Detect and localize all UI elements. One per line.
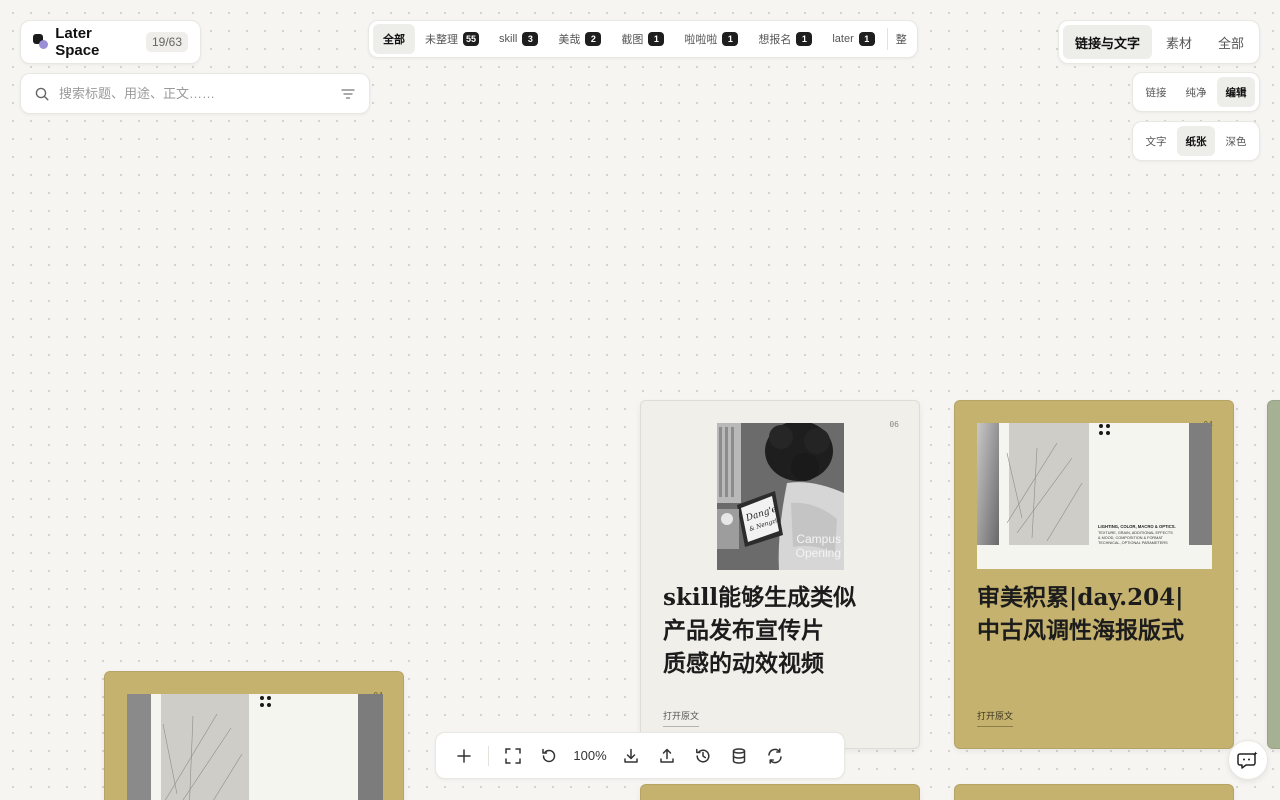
card-mode-toggle: 链接 纯净 编辑: [1132, 72, 1260, 112]
card-title-line: 质感的动效视频: [663, 650, 824, 677]
card-thumbnail-image: [127, 694, 383, 800]
tag-count-badge: 2: [585, 32, 602, 46]
download-icon: [624, 748, 638, 763]
brand-panel: Later Space 19/63: [20, 20, 201, 64]
history-button[interactable]: [685, 738, 721, 774]
tag-label: 未整理: [425, 34, 458, 46]
tag-all[interactable]: 全部: [373, 24, 415, 54]
tag-count-badge: 1: [796, 32, 813, 46]
card-title-line: 审美积累|day.204|: [977, 584, 1184, 611]
content-card-partial[interactable]: [640, 784, 920, 800]
search-input[interactable]: [59, 86, 341, 101]
card-mode-clean[interactable]: 纯净: [1177, 77, 1215, 107]
assistant-button[interactable]: [1228, 740, 1268, 780]
search-icon: [35, 87, 49, 101]
tag-filter-bar: 全部 未整理 55 skill 3 美哉 2 截图 1 啦啦啦 1 想报名 1 later 1…: [368, 20, 918, 58]
content-card[interactable]: 04: [104, 671, 404, 800]
open-original-link[interactable]: 打开原文: [977, 709, 1014, 727]
tag-want-signup[interactable]: 想报名 1: [748, 24, 822, 54]
toolbar-divider: [488, 745, 489, 766]
view-option-materials[interactable]: 素材: [1154, 25, 1204, 59]
database-button[interactable]: [721, 738, 757, 774]
drag-handle-icon[interactable]: [260, 696, 272, 708]
tag-label: 啦啦啦: [684, 34, 718, 46]
tag-count-badge: 3: [522, 32, 539, 46]
upload-button[interactable]: [649, 738, 685, 774]
app-title: Later Space: [55, 25, 100, 59]
fit-screen-icon: [505, 747, 521, 764]
card-thumbnail-image: LIGHTING, COLOR, MACRO & OPTICS. TEXTURE…: [977, 423, 1212, 569]
tag-label: 全部: [383, 34, 405, 46]
tag-count-badge: 1: [722, 32, 739, 46]
canvas-toolbar: 100%: [435, 732, 845, 779]
style-mode-dark[interactable]: 深色: [1217, 126, 1255, 156]
content-card[interactable]: 06 Dang'e & Nengzi Campus Opening skill能…: [640, 400, 920, 749]
search-bar[interactable]: [20, 73, 370, 114]
zoom-level[interactable]: 100%: [567, 748, 613, 763]
view-mode-toggle: 链接与文字 素材 全部: [1058, 20, 1260, 64]
sync-icon: [768, 747, 782, 764]
drag-handle-icon[interactable]: [1099, 424, 1111, 436]
content-card[interactable]: 04 LIGHTING, COLOR, MACRO & OPTICS. TEXT…: [954, 400, 1234, 749]
card-title-line: 产品发布宣传片: [663, 617, 824, 644]
upload-icon: [660, 748, 674, 763]
image-caption: Opening: [796, 546, 841, 560]
tag-meizai[interactable]: 美哉 2: [548, 24, 611, 54]
card-title: 审美积累|day.204| 中古风调性海报版式: [977, 581, 1222, 647]
tag-lalala[interactable]: 啦啦啦 1: [674, 24, 748, 54]
card-title-line: 中古风调性海报版式: [977, 617, 1184, 644]
fit-view-button[interactable]: [495, 738, 531, 774]
rotate-icon: [542, 748, 556, 762]
tag-count-badge: 1: [858, 32, 875, 46]
style-mode-toggle: 文字 纸张 深色: [1132, 121, 1260, 161]
plus-icon: [457, 748, 471, 763]
card-thumbnail-image: Dang'e & Nengzi Campus Opening: [717, 423, 844, 570]
history-icon: [696, 748, 710, 762]
tag-count-badge: 55: [463, 32, 480, 46]
filter-icon[interactable]: [341, 88, 355, 100]
database-icon: [732, 747, 746, 764]
card-title: skill能够生成类似 产品发布宣传片 质感的动效视频: [663, 581, 893, 680]
content-card-partial[interactable]: [1267, 400, 1280, 749]
robot-chat-icon: [1237, 751, 1258, 769]
image-caption: Campus: [796, 532, 841, 546]
card-number: 06: [889, 420, 899, 429]
poster-text: & MOOD, COMPOSITION & FORMAT: [1098, 536, 1164, 540]
style-mode-text[interactable]: 文字: [1137, 126, 1175, 156]
reset-view-button[interactable]: [531, 738, 567, 774]
add-button[interactable]: [446, 738, 482, 774]
card-title-line: skill能够生成类似: [663, 584, 857, 611]
tag-label: later: [832, 33, 854, 45]
poster-text: LIGHTING, COLOR, MACRO & OPTICS.: [1098, 524, 1176, 529]
card-mode-link[interactable]: 链接: [1137, 77, 1175, 107]
tag-count-badge: 1: [648, 32, 665, 46]
poster-text: TEXTURE, GRAIN, ADDITIONAL EFFECTS: [1098, 531, 1173, 535]
poster-text: TECHNICAL, OPTIONAL PARAMETERS: [1098, 541, 1168, 545]
tag-screenshot[interactable]: 截图 1: [611, 24, 674, 54]
item-count-badge: 19/63: [145, 32, 188, 52]
card-mode-edit[interactable]: 编辑: [1217, 77, 1255, 107]
download-button[interactable]: [613, 738, 649, 774]
tag-label: 美哉: [558, 34, 581, 46]
tag-organize-button[interactable]: 整: [892, 31, 913, 47]
tag-label: 截图: [621, 34, 644, 46]
view-option-all[interactable]: 全部: [1206, 25, 1256, 59]
tag-later[interactable]: later 1: [822, 24, 884, 54]
style-mode-paper[interactable]: 纸张: [1177, 126, 1215, 156]
tag-label: 想报名: [758, 34, 792, 46]
sync-button[interactable]: [757, 738, 793, 774]
content-card-partial[interactable]: [954, 784, 1234, 800]
tag-unsorted[interactable]: 未整理 55: [415, 24, 489, 54]
view-option-links-text[interactable]: 链接与文字: [1063, 25, 1153, 59]
tag-label: skill: [499, 33, 518, 45]
open-original-link[interactable]: 打开原文: [663, 709, 700, 727]
app-logo-icon: [33, 34, 48, 50]
tag-divider: [886, 28, 888, 50]
tag-skill[interactable]: skill 3: [489, 24, 548, 54]
